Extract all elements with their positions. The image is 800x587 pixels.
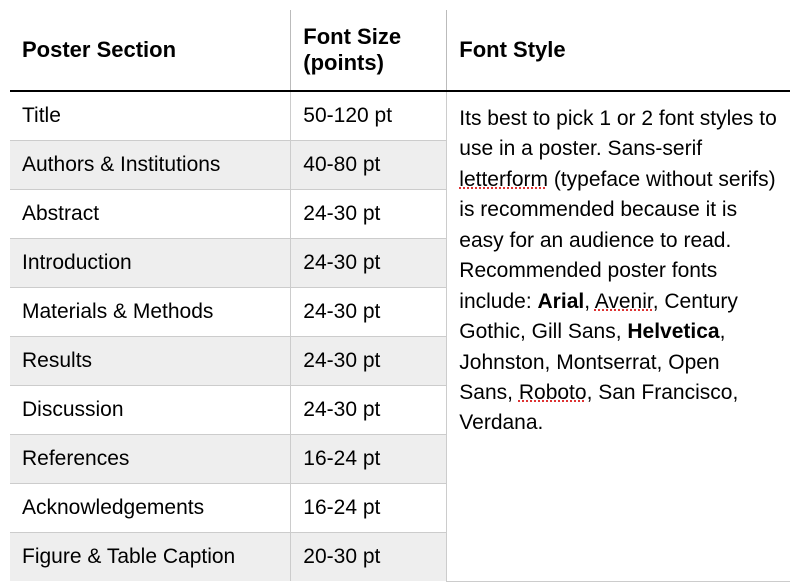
style-text: Its best to pick 1 or 2 font styles to u… (459, 107, 776, 160)
cell-section: Title (10, 91, 291, 141)
cell-section: Discussion (10, 386, 291, 435)
header-font-size: Font Size (points) (291, 10, 447, 91)
style-sep: , (584, 290, 595, 313)
cell-section: Abstract (10, 190, 291, 239)
header-font-style: Font Style (447, 10, 790, 91)
font-name-avenir: Avenir (595, 290, 653, 313)
cell-section: Authors & Institutions (10, 141, 291, 190)
cell-size: 40-80 pt (291, 141, 447, 190)
cell-size: 16-24 pt (291, 435, 447, 484)
table-row: Title 50-120 pt Its best to pick 1 or 2 … (10, 91, 790, 141)
cell-section: Introduction (10, 239, 291, 288)
cell-size: 24-30 pt (291, 288, 447, 337)
cell-section: Results (10, 337, 291, 386)
style-text-spell: letterform (459, 168, 548, 191)
cell-size: 20-30 pt (291, 533, 447, 582)
cell-section: Figure & Table Caption (10, 533, 291, 582)
font-name-arial: Arial (538, 290, 585, 313)
cell-size: 16-24 pt (291, 484, 447, 533)
font-name-helvetica: Helvetica (627, 320, 719, 343)
cell-section: References (10, 435, 291, 484)
cell-section: Acknowledgements (10, 484, 291, 533)
cell-size: 24-30 pt (291, 239, 447, 288)
font-name-roboto: Roboto (519, 381, 587, 404)
cell-size: 50-120 pt (291, 91, 447, 141)
cell-size: 24-30 pt (291, 190, 447, 239)
cell-size: 24-30 pt (291, 337, 447, 386)
cell-font-style-description: Its best to pick 1 or 2 font styles to u… (447, 91, 790, 581)
header-poster-section: Poster Section (10, 10, 291, 91)
font-guidelines-table: Poster Section Font Size (points) Font S… (10, 10, 790, 582)
cell-size: 24-30 pt (291, 386, 447, 435)
table-header-row: Poster Section Font Size (points) Font S… (10, 10, 790, 91)
cell-section: Materials & Methods (10, 288, 291, 337)
